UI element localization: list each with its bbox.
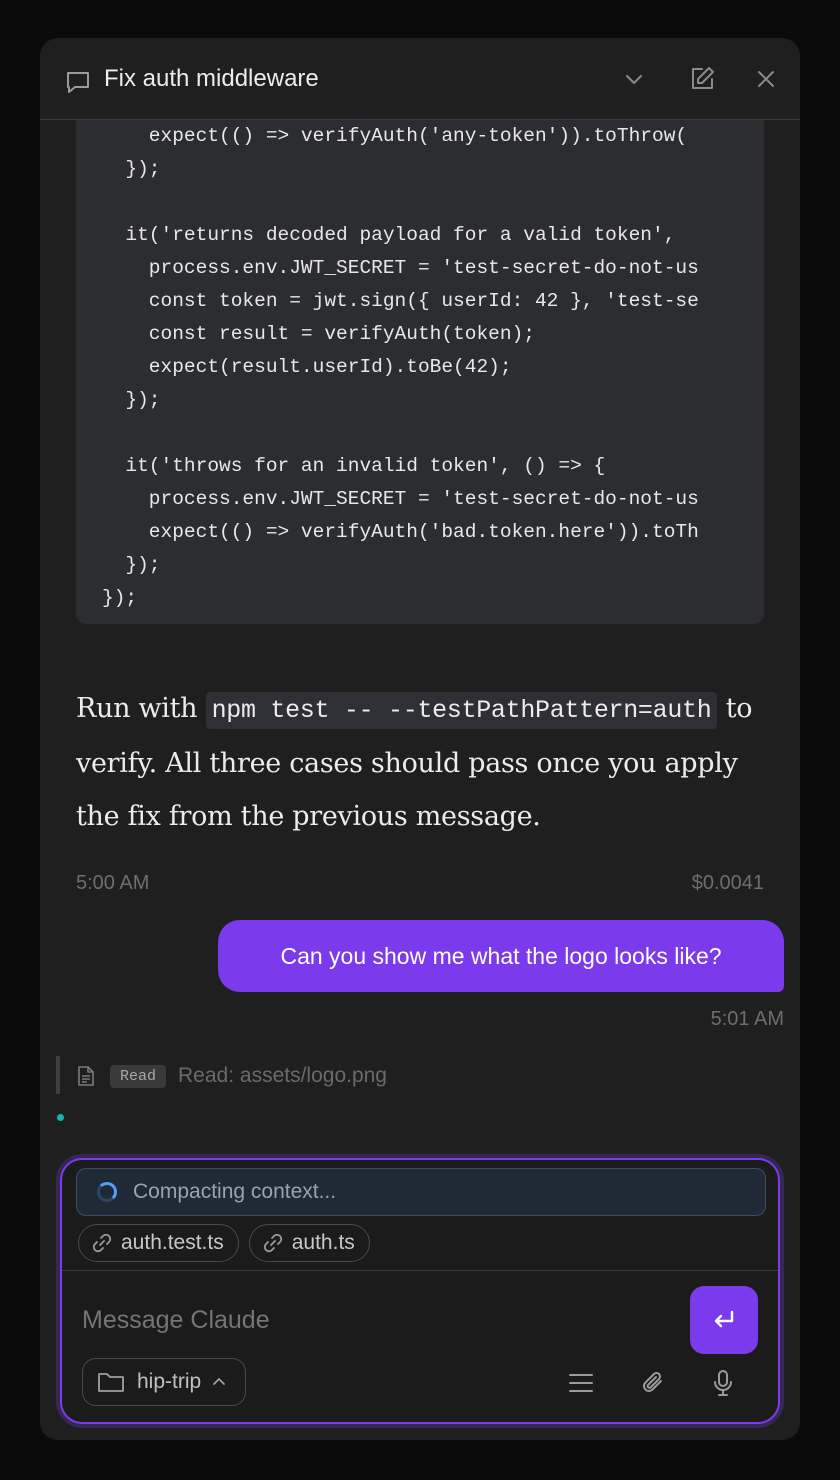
- tool-call-text: Read: assets/logo.png: [178, 1064, 387, 1087]
- attach-button[interactable]: [638, 1368, 668, 1398]
- compacting-status-text: Compacting context...: [133, 1180, 337, 1203]
- file-chip-label: auth.ts: [291, 1231, 355, 1254]
- message-input[interactable]: [82, 1300, 662, 1340]
- link-icon: [92, 1233, 112, 1253]
- activity-dot: [57, 1114, 64, 1121]
- paperclip-icon: [643, 1371, 662, 1392]
- code-content: expect(() => verifyAuth('any-token')).to…: [102, 125, 699, 609]
- user-message-bubble: Can you show me what the logo looks like…: [218, 920, 784, 992]
- folder-icon: [98, 1373, 124, 1392]
- code-block: expect(() => verifyAuth('any-token')).to…: [76, 120, 764, 624]
- inline-code: npm test -- --testPathPattern=auth: [205, 692, 718, 729]
- project-selector[interactable]: hip-trip: [82, 1358, 247, 1406]
- collapse-button[interactable]: [617, 62, 651, 96]
- compacting-status: Compacting context...: [76, 1168, 766, 1216]
- file-chip-label: auth.test.ts: [121, 1231, 224, 1254]
- spinner-icon: [97, 1182, 117, 1202]
- new-chat-button[interactable]: [685, 62, 719, 96]
- close-icon: [758, 71, 774, 87]
- chevron-down-icon: [626, 75, 642, 84]
- chat-bubble-icon: [64, 68, 92, 101]
- message-text: Run with: [76, 693, 206, 724]
- chat-title[interactable]: Fix auth middleware: [104, 65, 319, 93]
- file-chip[interactable]: auth.test.ts: [78, 1224, 239, 1262]
- chat-panel: Fix auth middleware expect(() => verifyA…: [40, 38, 800, 1440]
- voice-button[interactable]: [708, 1368, 738, 1398]
- tool-call[interactable]: Read Read: assets/logo.png: [76, 1062, 387, 1090]
- link-icon: [263, 1233, 282, 1253]
- project-name: hip-trip: [137, 1370, 202, 1393]
- send-button[interactable]: [690, 1286, 758, 1354]
- close-button[interactable]: [749, 62, 783, 96]
- user-message-time: 5:01 AM: [710, 1008, 784, 1030]
- microphone-icon: [714, 1370, 732, 1396]
- menu-button[interactable]: [566, 1368, 596, 1398]
- chat-header: Fix auth middleware: [40, 38, 800, 120]
- attached-files: auth.test.ts auth.ts: [78, 1224, 370, 1262]
- edit-icon: [692, 67, 714, 89]
- assistant-message: Run with npm test -- --testPathPattern=a…: [76, 682, 766, 843]
- user-message-text: Can you show me what the logo looks like…: [280, 942, 722, 969]
- enter-icon: [714, 1310, 734, 1328]
- tool-call-indicator: [56, 1056, 60, 1094]
- list-icon: [569, 1374, 593, 1392]
- tool-badge: Read: [110, 1064, 167, 1088]
- assistant-message-time: 5:00 AM: [76, 872, 150, 894]
- composer-divider: [62, 1270, 778, 1271]
- chevron-up-icon: [213, 1378, 226, 1385]
- assistant-message-cost: $0.0041: [691, 872, 764, 894]
- message-composer: Compacting context... auth.test.ts auth.…: [60, 1158, 780, 1424]
- file-chip[interactable]: auth.ts: [248, 1224, 370, 1262]
- file-icon: [78, 1066, 94, 1086]
